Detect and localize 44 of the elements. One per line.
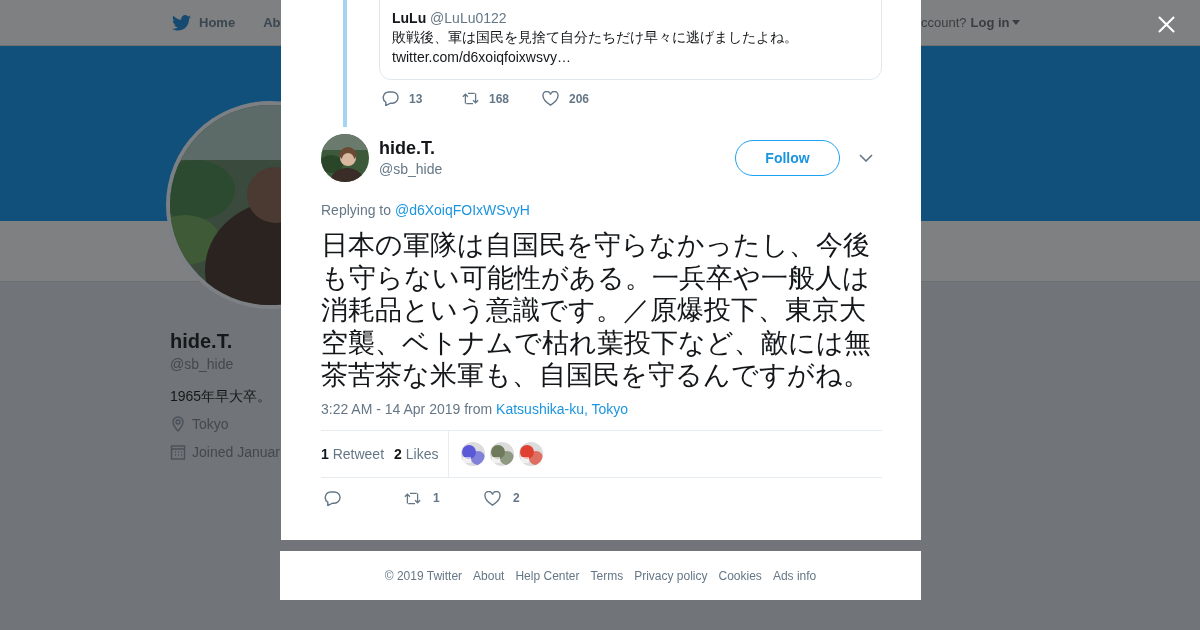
caret-icon	[1011, 20, 1020, 25]
place-link[interactable]: Katsushika-ku, Tokyo	[496, 400, 629, 417]
footer-link[interactable]: Help Center	[515, 568, 580, 583]
reply-icon[interactable]	[324, 490, 341, 506]
footer-link[interactable]: © 2019 Twitter	[384, 568, 463, 583]
reply-count: 13	[409, 91, 423, 106]
tweet-time: 3:22 AM - 14 Apr 2019	[321, 400, 461, 417]
location-icon	[170, 416, 186, 432]
retweet-icon[interactable]	[462, 91, 479, 106]
account-prompt: ccount?	[921, 15, 967, 30]
quoted-tweet-link[interactable]: twitter.com/d6xoiqfoixwsvy…	[392, 47, 869, 67]
quoted-author-name: LuLu	[392, 10, 427, 26]
quoted-author-handle: @LuLu0122	[430, 10, 507, 26]
chevron-down-icon[interactable]	[859, 154, 873, 162]
footer-link[interactable]: Ads info	[772, 568, 817, 583]
reply-target-link[interactable]: @d6XoiqFOIxWSvyH	[394, 202, 530, 218]
author-name[interactable]: hide.T.	[379, 137, 735, 159]
close-icon[interactable]	[1158, 16, 1175, 33]
author-handle: @sb_hide	[379, 160, 444, 179]
footer-link[interactable]: Cookies	[718, 568, 762, 583]
like-count: 2	[513, 491, 520, 505]
footer-link[interactable]: Terms	[590, 568, 624, 583]
quoted-tweet-card[interactable]: LuLu @LuLu0122 敗戦後、軍は国民を見捨て自分たちだけ早々に逃げましたよね。 twitter.com/d6xoiqfoixwsvy…	[379, 0, 882, 80]
calendar-icon	[170, 444, 186, 460]
stat-count[interactable]: 1 Retweet	[321, 445, 385, 462]
bird-icon	[172, 14, 191, 31]
footer-link[interactable]: About	[473, 568, 505, 583]
heart-icon[interactable]	[542, 91, 559, 106]
like-count: 206	[569, 91, 590, 106]
heart-icon[interactable]	[484, 490, 501, 506]
quoted-tweet-text: 敗戦後、軍は国民を見捨て自分たちだけ早々に逃げましたよね。	[392, 28, 799, 47]
from-label: from	[464, 400, 493, 417]
reply-icon[interactable]	[382, 91, 399, 106]
footer-link[interactable]: Privacy policy	[634, 568, 708, 583]
replying-label: Replying to	[321, 202, 392, 218]
profile-name: hide.T.	[170, 329, 234, 353]
login-link[interactable]: Log in	[970, 15, 1020, 30]
retweet-count: 1	[433, 491, 440, 505]
retweet-count: 168	[489, 91, 510, 106]
follow-button[interactable]: Follow	[735, 140, 840, 176]
tweet-text: 日本の軍隊は自国民を守らなかったし、今後も守らない可能性がある。一兵卒や一般人は消耗品という意識です。／原爆投下、東京大空襲、ベトナムで枯れ葉投下など、敵には無茶苦茶な米軍も、自国民を守るんですがね。	[321, 229, 872, 392]
profile-bio: 1965年早大卒。	[170, 387, 273, 405]
stat-count[interactable]: 2 Likes	[394, 445, 439, 462]
retweet-icon[interactable]	[404, 490, 421, 506]
